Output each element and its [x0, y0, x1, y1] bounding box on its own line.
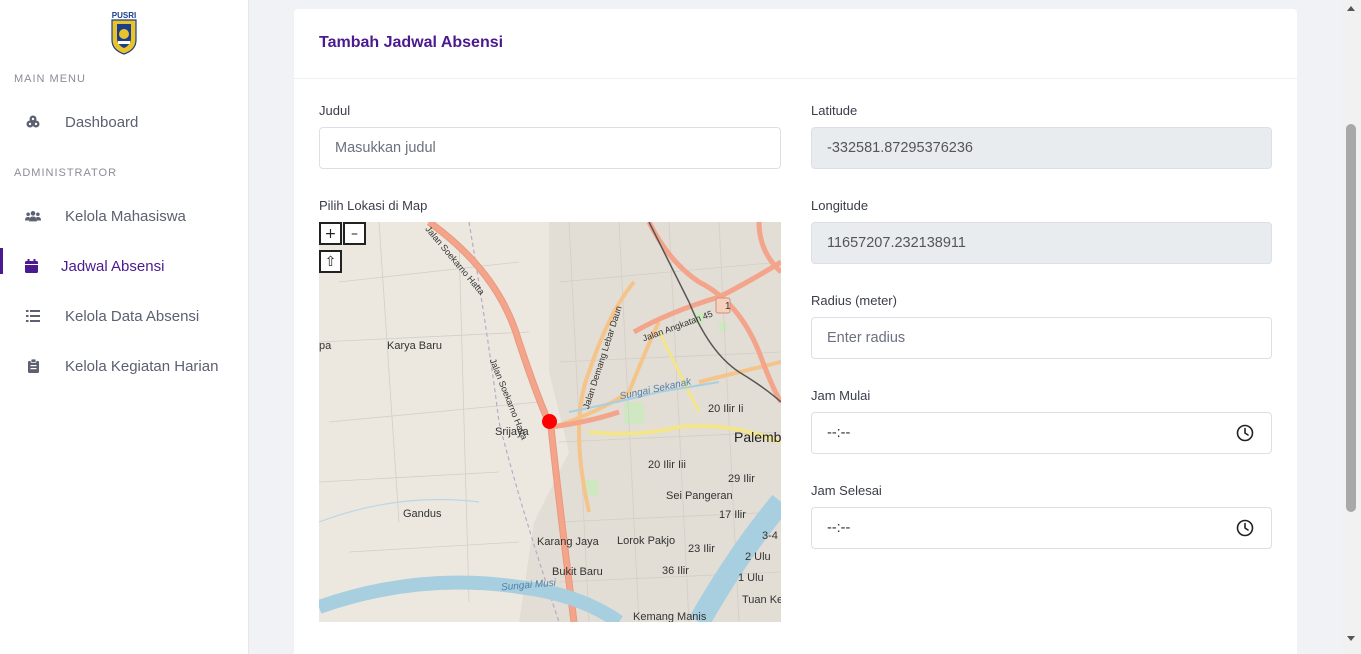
- sidebar-item-label: Kelola Mahasiswa: [65, 207, 186, 225]
- page-title: Tambah Jadwal Absensi: [319, 34, 504, 51]
- map-label-karya-baru: Karya Baru: [387, 340, 443, 352]
- latitude-label: Latitude: [811, 103, 858, 118]
- longitude-input[interactable]: 11657207.232138911: [811, 222, 1272, 264]
- jam-mulai-label: Jam Mulai: [811, 388, 871, 403]
- longitude-value: 11657207.232138911: [827, 235, 966, 251]
- map-label-3-4: 3-4: [762, 530, 778, 542]
- map-label-29-ilir: 29 Ilir: [728, 473, 755, 485]
- map-label-1-ulu: 1 Ulu: [738, 572, 764, 584]
- map-label: Pilih Lokasi di Map: [319, 198, 428, 213]
- jam-mulai-input[interactable]: --:--: [811, 412, 1272, 454]
- main-menu-heading: MAIN MENU: [14, 73, 86, 85]
- map-label-sei-pangeran: Sei Pangeran: [666, 490, 733, 502]
- clock-icon[interactable]: [1236, 519, 1254, 537]
- dashboard-icon: [25, 114, 41, 130]
- route-shield-label: 1: [725, 301, 731, 312]
- page-scrollbar[interactable]: [1342, 0, 1361, 654]
- map-label-pa: pa: [319, 340, 332, 352]
- scroll-down-arrow-icon[interactable]: [1347, 636, 1355, 641]
- reset-rotation-button[interactable]: ⇧: [319, 250, 342, 273]
- sidebar-item-label: Kelola Data Absensi: [65, 307, 200, 325]
- map-label-2-ulu: 2 Ulu: [745, 551, 771, 563]
- location-map[interactable]: 1 Karya Baru pa Srijaya Gandus Karang Ja…: [319, 222, 781, 622]
- scrollbar-thumb[interactable]: [1346, 124, 1356, 512]
- map-label-20-ilir-iii: 20 Ilir Iii: [648, 459, 686, 471]
- map-label-gandus: Gandus: [403, 508, 442, 520]
- scroll-up-arrow-icon[interactable]: [1347, 6, 1355, 11]
- latitude-value: -332581.87295376236: [827, 140, 973, 156]
- administrator-heading: ADMINISTRATOR: [14, 167, 118, 179]
- sidebar-item-kelola-data-absensi[interactable]: Kelola Data Absensi: [0, 296, 249, 336]
- map-label-23-ilir: 23 Ilir: [688, 543, 715, 555]
- map-label-17-ilir: 17 Ilir: [719, 509, 746, 521]
- sidebar-item-jadwal-absensi[interactable]: Jadwal Absensi: [0, 246, 249, 286]
- jam-selesai-input[interactable]: --:--: [811, 507, 1272, 549]
- list-icon: [25, 308, 41, 324]
- svg-text:PUSRI: PUSRI: [112, 11, 136, 20]
- radius-label: Radius (meter): [811, 293, 897, 308]
- active-indicator: [0, 248, 3, 274]
- radius-placeholder: Enter radius: [827, 330, 906, 346]
- map-label-karang-jaya: Karang Jaya: [537, 536, 599, 548]
- map-label-palembang: Palemb: [734, 429, 781, 445]
- sidebar-item-dashboard[interactable]: Dashboard: [0, 102, 249, 142]
- map-label-bukit-baru: Bukit Baru: [552, 566, 603, 578]
- map-label-lorok-pakjo: Lorok Pakjo: [617, 535, 676, 547]
- zoom-out-button[interactable]: –: [343, 222, 366, 245]
- judul-input[interactable]: Masukkan judul: [319, 127, 781, 169]
- jam-mulai-value: --:--: [827, 425, 851, 441]
- radius-input[interactable]: Enter radius: [811, 317, 1272, 359]
- clipboard-icon: [25, 358, 41, 374]
- pusri-logo[interactable]: PUSRI: [108, 10, 140, 56]
- sidebar-item-kelola-mahasiswa[interactable]: Kelola Mahasiswa: [0, 196, 249, 236]
- zoom-in-button[interactable]: +: [319, 222, 342, 245]
- map-label-20-ilir-ii: 20 Ilir Ii: [708, 403, 744, 415]
- form-card: Tambah Jadwal Absensi Judul Masukkan jud…: [294, 9, 1297, 654]
- sidebar-item-label: Dashboard: [65, 113, 139, 131]
- map-label-36-ilir: 36 Ilir: [662, 565, 689, 577]
- jam-selesai-value: --:--: [827, 520, 851, 536]
- sidebar-item-label: Jadwal Absensi: [61, 257, 165, 275]
- latitude-input[interactable]: -332581.87295376236: [811, 127, 1272, 169]
- map-label-kemang-manis: Kemang Manis: [633, 611, 707, 622]
- users-icon: [25, 208, 41, 224]
- judul-label: Judul: [319, 103, 351, 118]
- calendar-icon: [23, 258, 39, 274]
- sidebar-item-label: Kelola Kegiatan Harian: [65, 357, 219, 375]
- longitude-label: Longitude: [811, 198, 869, 213]
- jam-selesai-label: Jam Selesai: [811, 483, 882, 498]
- sidebar: PUSRI MAIN MENU Dashboard ADMINISTRATOR …: [0, 0, 249, 654]
- judul-placeholder: Masukkan judul: [335, 140, 436, 156]
- clock-icon[interactable]: [1236, 424, 1254, 442]
- sidebar-item-kelola-kegiatan-harian[interactable]: Kelola Kegiatan Harian: [0, 346, 249, 386]
- map-label-tuan-ke: Tuan Ke: [742, 594, 781, 606]
- location-marker[interactable]: [542, 414, 557, 429]
